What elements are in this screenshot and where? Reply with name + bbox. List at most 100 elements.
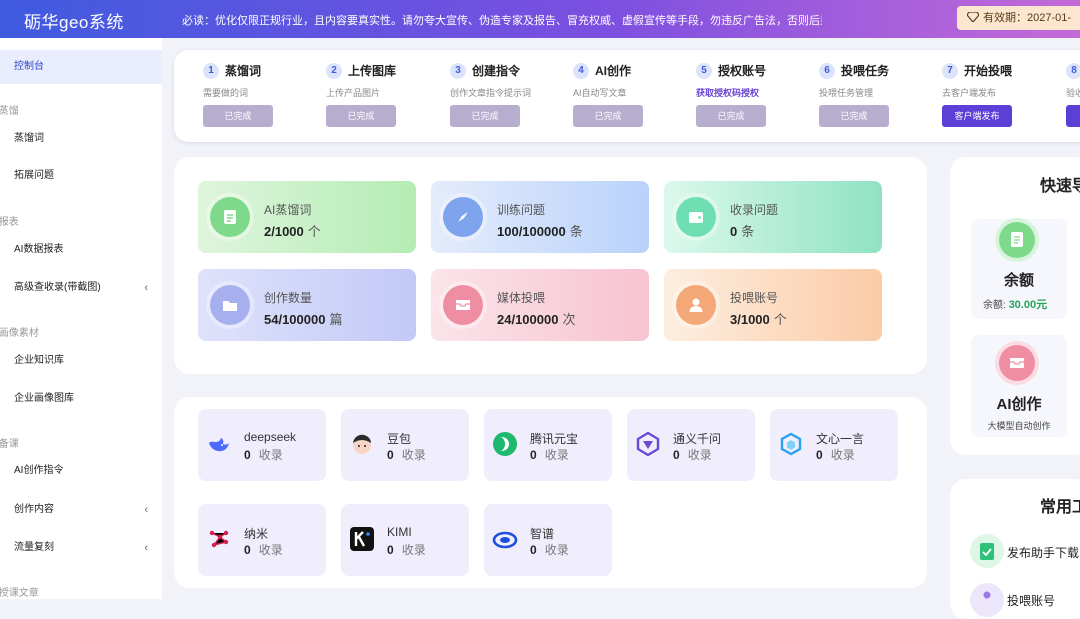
- stat-card-feed-accounts[interactable]: 投喂账号 3/1000 个: [664, 269, 882, 341]
- stat-value-row: 3/1000 个: [730, 309, 787, 328]
- step-done-button[interactable]: 已完成: [450, 105, 520, 127]
- step-done-button[interactable]: 已完成: [326, 105, 396, 127]
- platform-count-row: 0 收录: [816, 446, 855, 463]
- platform-card-tongyi[interactable]: 通义千问 0 收录: [627, 409, 755, 481]
- sidebar-item-label: 企业知识库: [14, 355, 64, 366]
- sidebar-item-advanced-query[interactable]: 高级查收录(带截图) ‹: [0, 271, 162, 305]
- deepseek-whale-icon: [209, 438, 229, 452]
- ai-platforms-panel: deepseek 0 收录 豆包 0 收录 腾讯元宝 0 收录 通义千问 0 收录 文心…: [174, 397, 927, 588]
- platform-card-wenxin[interactable]: 文心一言 0 收录: [770, 409, 898, 481]
- stat-label: 媒体投喂: [497, 291, 546, 305]
- platform-count: 0: [530, 543, 537, 557]
- platform-count: 0: [244, 543, 251, 557]
- sidebar-group-prepare: I备课: [0, 439, 19, 450]
- tool-feed-account[interactable]: 投喂账号: [1007, 592, 1055, 609]
- ai-create-desc: 大模型自动创作: [987, 421, 1051, 431]
- platform-count-row: 0 收录: [387, 446, 426, 463]
- stat-card-creation-count[interactable]: 创作数量 54/100000 篇: [198, 269, 416, 341]
- stat-unit: 条: [569, 224, 583, 239]
- platform-count-unit: 收录: [830, 448, 855, 462]
- tool-publish-assistant-download[interactable]: 发布助手下载: [1007, 544, 1079, 561]
- balance-value: 30.00元: [1008, 299, 1048, 311]
- workflow-steps-panel: 1 蒸馏词 需要做的词 已完成 2 上传图库 上传产品图片 已完成 3 创建指令 创作…: [174, 50, 1080, 142]
- chevron-left-icon: ‹: [144, 282, 148, 294]
- platform-card-nami[interactable]: 纳米 0 收录: [198, 504, 326, 576]
- platform-card-yuanbao[interactable]: 腾讯元宝 0 收录: [484, 409, 612, 481]
- platform-name: 豆包: [387, 432, 412, 446]
- sidebar-group-material: I画像素材: [0, 328, 39, 339]
- sidebar-item-knowledge-base[interactable]: 企业知识库: [0, 344, 162, 378]
- inbox-icon: [999, 345, 1035, 381]
- sidebar-item-label: 拓展问题: [14, 170, 54, 181]
- platform-name: 腾讯元宝: [530, 432, 579, 446]
- sidebar-item-dashboard[interactable]: 控制台: [0, 50, 162, 84]
- sidebar-group-distill: I蒸馏: [0, 106, 19, 117]
- step-done-button[interactable]: 已完成: [696, 105, 766, 127]
- step-title: 创建指令: [472, 64, 521, 79]
- step-number: 7: [942, 62, 958, 79]
- step-title: 上传图库: [348, 64, 397, 79]
- step-title: 投喂任务: [841, 64, 890, 79]
- client-publish-button[interactable]: 客户端发布: [942, 105, 1012, 127]
- stat-label: 创作数量: [264, 291, 313, 305]
- platform-card-doubao[interactable]: 豆包 0 收录: [341, 409, 469, 481]
- sidebar-item-ai-report[interactable]: AI数据报表: [0, 233, 162, 267]
- platform-count: 0: [387, 543, 394, 557]
- stats-panel: AI蒸馏词 2/1000 个 训练问题 100/100000 条 收录问题 0条 创…: [174, 157, 927, 374]
- stat-unit: 个: [307, 224, 321, 239]
- stat-label: 投喂账号: [730, 291, 779, 305]
- stat-unit: 条: [741, 224, 755, 239]
- sidebar-item-ai-instructions[interactable]: AI创作指令: [0, 454, 162, 488]
- stat-value-row: 0条: [730, 221, 754, 240]
- sidebar-item-traffic-copy[interactable]: 流量复刻 ‹: [0, 531, 162, 565]
- balance-row: 余额: 30.00元: [983, 296, 1047, 312]
- stat-label: AI蒸馏词: [264, 203, 312, 217]
- tongyi-icon: [636, 431, 660, 457]
- step-start-feed: 7 开始投喂 去客户端发布 客户端发布: [942, 62, 1052, 127]
- step-done-button[interactable]: 已完成: [203, 105, 273, 127]
- step-title: 开始投喂: [964, 64, 1013, 79]
- step-done-button[interactable]: 已完成: [819, 105, 889, 127]
- step-done-button[interactable]: 已完成: [573, 105, 643, 127]
- step-title: 蒸馏词: [225, 64, 262, 79]
- clipboard-check-icon: [970, 534, 1004, 568]
- step-number: 4: [573, 62, 589, 79]
- stat-value-row: 54/100000 篇: [264, 309, 342, 328]
- step-desc: 去客户端发布: [942, 88, 997, 98]
- wallet-icon: [999, 222, 1035, 258]
- stat-card-training-questions[interactable]: 训练问题 100/100000 条: [431, 181, 649, 253]
- chevron-left-icon: ‹: [144, 542, 148, 554]
- step-create-instructions: 3 创建指令 创作文章指令提示词 已完成: [450, 62, 560, 127]
- sidebar-item-distill-words[interactable]: 蒸馏词: [0, 122, 162, 156]
- step-desc: 投喂任务管理: [819, 88, 874, 98]
- step-number: 2: [326, 62, 342, 79]
- platform-count: 0: [673, 448, 680, 462]
- stat-value: 0: [730, 224, 738, 239]
- sidebar-item-expand-questions[interactable]: 拓展问题: [0, 159, 162, 193]
- diamond-icon: [967, 12, 979, 22]
- stat-card-distill-words[interactable]: AI蒸馏词 2/1000 个: [198, 181, 416, 253]
- step-number: 1: [203, 62, 219, 79]
- brand-title[interactable]: 砺华geo系统: [24, 8, 124, 33]
- step-number: 6: [819, 62, 835, 79]
- quick-card-balance[interactable]: 余额 余额: 30.00元: [971, 219, 1067, 319]
- stat-card-media-feed[interactable]: 媒体投喂 24/100000 次: [431, 269, 649, 341]
- inbox-icon: [443, 285, 483, 325]
- platform-card-deepseek[interactable]: deepseek 0 收录: [198, 409, 326, 481]
- platform-card-kimi[interactable]: KIMI 0 收录: [341, 504, 469, 576]
- get-auth-code-link[interactable]: 获取授权码授权: [696, 86, 806, 99]
- platform-count-row: 0 收录: [530, 446, 569, 463]
- step-title: 授权账号: [718, 64, 767, 79]
- sidebar-item-create-content[interactable]: 创作内容 ‹: [0, 493, 162, 527]
- step-action-button[interactable]: [1066, 105, 1080, 127]
- stat-unit: 次: [562, 312, 576, 327]
- platform-count-row: 0 收录: [244, 541, 283, 558]
- stat-card-indexed-questions[interactable]: 收录问题 0条: [664, 181, 882, 253]
- stat-value: 2/1000: [264, 224, 304, 239]
- step-authorize-account: 5 授权账号 获取授权码授权 已完成: [696, 62, 806, 127]
- quick-card-ai-create[interactable]: AI创作 大模型自动创作: [971, 335, 1067, 437]
- platform-count-unit: 收录: [544, 543, 569, 557]
- platform-card-zhipu[interactable]: 智谱 0 收录: [484, 504, 612, 576]
- sidebar-item-image-library[interactable]: 企业画像图库: [0, 382, 162, 416]
- stat-value-row: 2/1000 个: [264, 221, 321, 240]
